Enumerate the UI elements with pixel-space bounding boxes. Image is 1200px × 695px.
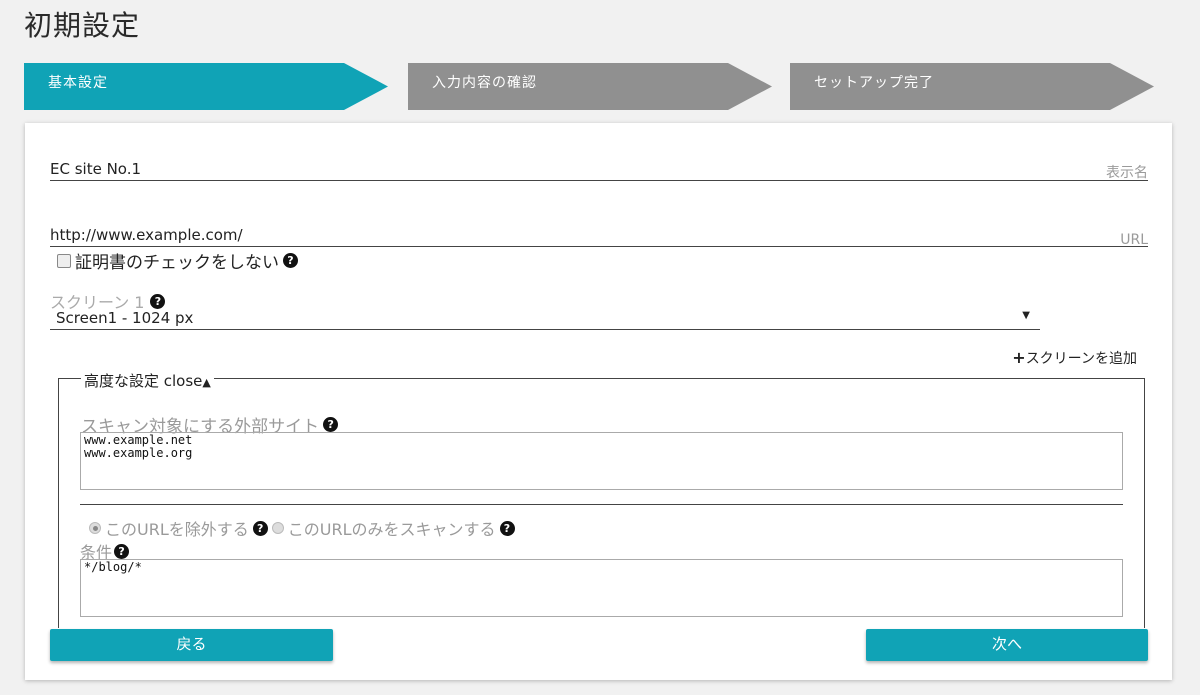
display-name-field[interactable]: EC site No.1 表示名	[50, 157, 1148, 181]
add-screen-button[interactable]: +スクリーンを追加	[1012, 348, 1137, 368]
condition-textarea[interactable]: */blog/*	[80, 559, 1123, 617]
step-setup-complete: セットアップ完了	[790, 63, 1154, 110]
url-value: http://www.example.com/	[50, 226, 243, 244]
display-name-label: 表示名	[1106, 165, 1148, 181]
page-title: 初期設定	[24, 9, 141, 42]
back-button[interactable]: 戻る	[50, 629, 333, 661]
step-basic-settings: 基本設定	[24, 63, 388, 110]
advanced-settings-legend: 高度な設定 close	[84, 372, 203, 390]
help-icon[interactable]: ?	[114, 543, 130, 559]
radio-exclude-url[interactable]	[89, 522, 101, 534]
radio-exclude-label: このURLを除外する	[105, 520, 249, 539]
help-icon[interactable]: ?	[252, 520, 268, 536]
screen-select[interactable]: Screen1 - 1024 px ▼	[50, 306, 1040, 330]
advanced-settings-section: 高度な設定 close▲ スキャン対象にする外部サイト ? www.exampl…	[58, 370, 1145, 628]
help-icon[interactable]: ?	[499, 520, 515, 536]
url-field[interactable]: http://www.example.com/ URL	[50, 223, 1148, 248]
radio-only-label: このURLのみをスキャンする	[287, 520, 496, 539]
cert-check-row: 証明書のチェックをしない ?	[57, 248, 298, 273]
next-button[interactable]: 次へ	[866, 629, 1148, 661]
advanced-settings-toggle[interactable]: 高度な設定 close▲	[81, 370, 214, 391]
progress-stepper: 基本設定 入力内容の確認 セットアップ完了	[24, 63, 1164, 110]
caret-up-icon: ▲	[202, 376, 211, 389]
radio-only-url[interactable]	[271, 522, 284, 534]
display-name-value: EC site No.1	[50, 160, 142, 178]
external-sites-textarea[interactable]: www.example.net www.example.org	[80, 432, 1123, 490]
help-icon[interactable]: ?	[323, 417, 339, 432]
settings-card: EC site No.1 表示名 http://www.example.com/…	[25, 123, 1172, 680]
cert-check-label: 証明書のチェックをしない	[75, 253, 279, 273]
cert-checkbox[interactable]	[57, 253, 71, 268]
scan-mode-radio-group: このURLを除外する ? このURLのみをスキャンする ?	[89, 516, 515, 540]
divider	[80, 504, 1123, 505]
help-icon[interactable]: ?	[283, 253, 298, 268]
url-label: URL	[1120, 232, 1148, 248]
screen-select-value: Screen1 - 1024 px	[56, 309, 194, 327]
caret-down-icon: ▼	[1022, 310, 1030, 321]
step-confirm-input: 入力内容の確認	[408, 63, 772, 110]
plus-icon: +	[1012, 348, 1026, 367]
add-screen-label: スクリーンを追加	[1025, 351, 1137, 367]
